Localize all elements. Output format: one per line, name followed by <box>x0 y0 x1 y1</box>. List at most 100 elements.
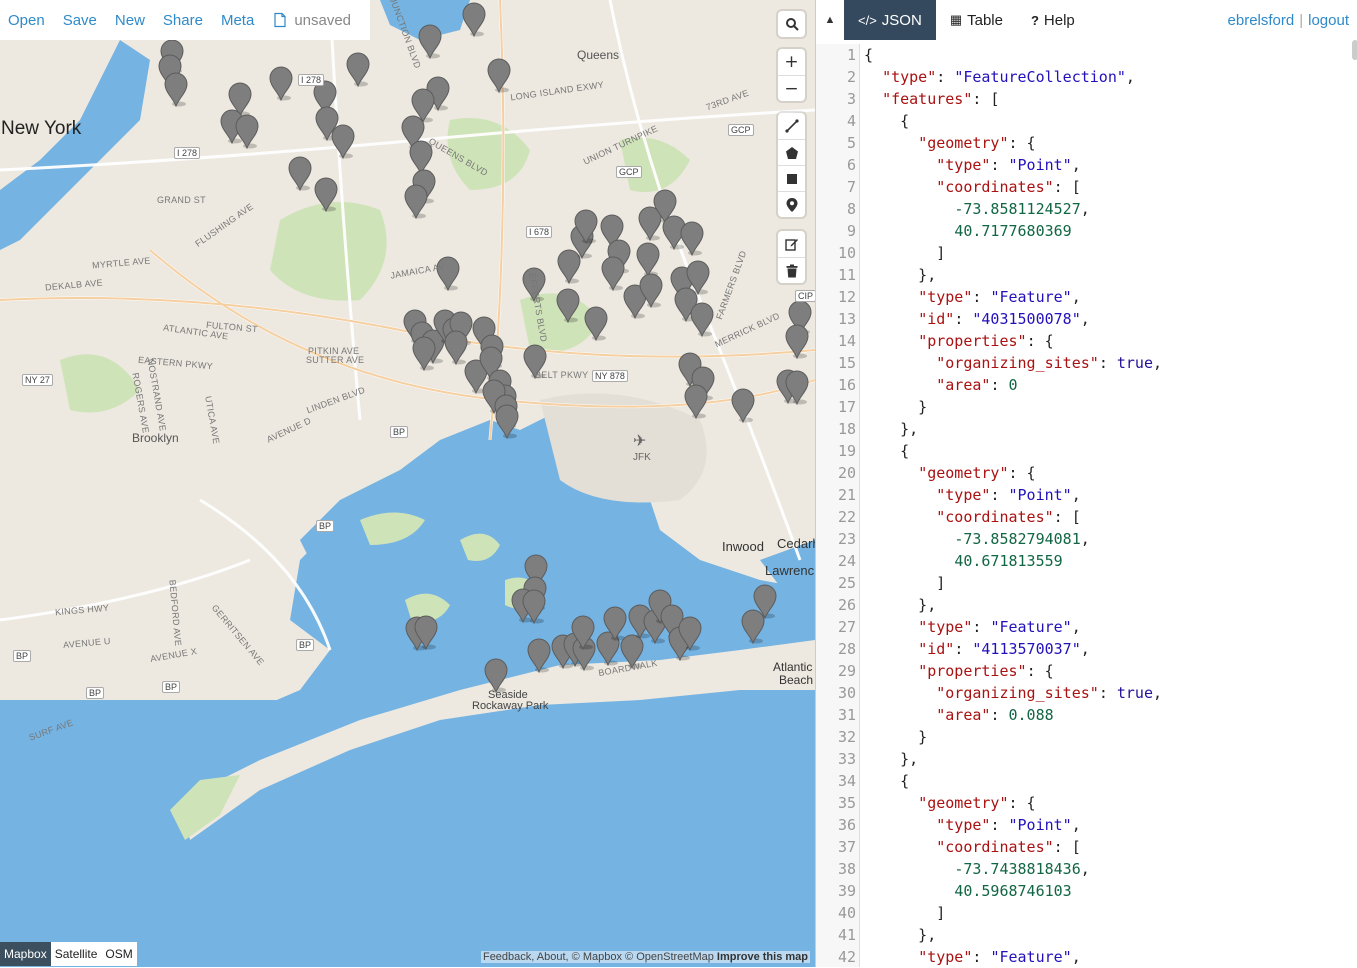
code-line[interactable]: 23 -73.8582794081, <box>816 528 1357 550</box>
code-line[interactable]: 33 }, <box>816 748 1357 770</box>
collapse-pane-icon[interactable]: ▲ <box>816 0 844 40</box>
tab-help[interactable]: ? Help <box>1017 0 1089 40</box>
code-line[interactable]: 14 "properties": { <box>816 330 1357 352</box>
code-line[interactable]: 17 } <box>816 396 1357 418</box>
code-line[interactable]: 26 }, <box>816 594 1357 616</box>
code-line[interactable]: 16 "area": 0 <box>816 374 1357 396</box>
new-button[interactable]: New <box>115 12 145 29</box>
mapbox-link[interactable]: © Mapbox <box>572 951 622 963</box>
code-line[interactable]: 32 } <box>816 726 1357 748</box>
code-line[interactable]: 27 "type": "Feature", <box>816 616 1357 638</box>
tab-table[interactable]: ▦ Table <box>936 0 1017 40</box>
map-marker[interactable] <box>495 404 519 440</box>
code-line[interactable]: 39 40.5968746103 <box>816 880 1357 902</box>
save-button[interactable]: Save <box>63 12 97 29</box>
map-marker[interactable] <box>331 124 355 160</box>
json-editor[interactable]: 1{2 "type": "FeatureCollection", 3 "featu… <box>816 44 1357 967</box>
code-line[interactable]: 35 "geometry": { <box>816 792 1357 814</box>
username-link[interactable]: ebrelsford <box>1228 12 1295 29</box>
open-button[interactable]: Open <box>8 12 45 29</box>
map-marker[interactable] <box>684 384 708 420</box>
zoom-in-button[interactable]: + <box>778 49 805 75</box>
code-line[interactable]: 42 "type": "Feature", <box>816 946 1357 968</box>
map-marker[interactable] <box>164 72 188 108</box>
code-line[interactable]: 30 "organizing_sites": true, <box>816 682 1357 704</box>
search-icon[interactable] <box>778 11 805 37</box>
share-button[interactable]: Share <box>163 12 203 29</box>
map-marker[interactable] <box>556 288 580 324</box>
feedback-link[interactable]: Feedback <box>483 951 531 963</box>
map-marker[interactable] <box>527 638 551 674</box>
map-marker[interactable] <box>584 306 608 342</box>
draw-rectangle-icon[interactable] <box>778 165 805 191</box>
map-marker[interactable] <box>462 2 486 38</box>
layer-mapbox-button[interactable]: Mapbox <box>0 942 51 966</box>
map-marker[interactable] <box>487 58 511 94</box>
map-canvas[interactable]: ✈ New York Brooklyn Queens Inwood Cedarh… <box>0 0 815 967</box>
code-line[interactable]: 12 "type": "Feature", <box>816 286 1357 308</box>
code-line[interactable]: 38 -73.7438818436, <box>816 858 1357 880</box>
map-marker[interactable] <box>314 177 338 213</box>
code-line[interactable]: 22 "coordinates": [ <box>816 506 1357 528</box>
code-line[interactable]: 13 "id": "4031500078", <box>816 308 1357 330</box>
map-marker[interactable] <box>680 221 704 257</box>
draw-polygon-icon[interactable] <box>778 139 805 165</box>
code-line[interactable]: 21 "type": "Point", <box>816 484 1357 506</box>
code-line[interactable]: 5 "geometry": { <box>816 132 1357 154</box>
about-link[interactable]: About <box>537 951 566 963</box>
map-marker[interactable] <box>404 184 428 220</box>
map-marker[interactable] <box>638 206 662 242</box>
code-line[interactable]: 29 "properties": { <box>816 660 1357 682</box>
code-line[interactable]: 28 "id": "4113570037", <box>816 638 1357 660</box>
code-line[interactable]: 2 "type": "FeatureCollection", <box>816 66 1357 88</box>
code-line[interactable]: 40 ] <box>816 902 1357 924</box>
layer-osm-button[interactable]: OSM <box>101 942 137 966</box>
code-line[interactable]: 24 40.671813559 <box>816 550 1357 572</box>
code-line[interactable]: 20 "geometry": { <box>816 462 1357 484</box>
osm-link[interactable]: © OpenStreetMap <box>625 951 714 963</box>
editor-scrollbar[interactable] <box>1352 40 1357 60</box>
tab-json[interactable]: </> JSON <box>844 0 936 40</box>
layer-satellite-button[interactable]: Satellite <box>50 942 102 966</box>
code-line[interactable]: 34 { <box>816 770 1357 792</box>
code-line[interactable]: 10 ] <box>816 242 1357 264</box>
improve-map-link[interactable]: Improve this map <box>717 951 808 963</box>
trash-icon[interactable] <box>778 257 805 283</box>
marker-layer[interactable] <box>0 0 815 967</box>
code-line[interactable]: 11 }, <box>816 264 1357 286</box>
code-line[interactable]: 36 "type": "Point", <box>816 814 1357 836</box>
map-marker[interactable] <box>444 330 468 366</box>
code-line[interactable]: 19 { <box>816 440 1357 462</box>
zoom-out-button[interactable]: − <box>778 75 805 101</box>
map-marker[interactable] <box>785 324 809 360</box>
code-line[interactable]: 1{ <box>816 44 1357 66</box>
code-line[interactable]: 37 "coordinates": [ <box>816 836 1357 858</box>
map-marker[interactable] <box>636 242 660 278</box>
map-marker[interactable] <box>557 249 581 285</box>
code-line[interactable]: 15 "organizing_sites": true, <box>816 352 1357 374</box>
edit-icon[interactable] <box>778 231 805 257</box>
code-line[interactable]: 6 "type": "Point", <box>816 154 1357 176</box>
map-marker[interactable] <box>235 114 259 150</box>
code-line[interactable]: 8 -73.8581124527, <box>816 198 1357 220</box>
code-line[interactable]: 31 "area": 0.088 <box>816 704 1357 726</box>
map-marker[interactable] <box>731 388 755 424</box>
map-marker[interactable] <box>412 336 436 372</box>
map-marker[interactable] <box>418 24 442 60</box>
code-line[interactable]: 18 }, <box>816 418 1357 440</box>
map-marker[interactable] <box>269 66 293 102</box>
map-marker[interactable] <box>741 609 765 645</box>
map-marker[interactable] <box>690 302 714 338</box>
draw-line-icon[interactable] <box>778 113 805 139</box>
code-line[interactable]: 4 { <box>816 110 1357 132</box>
logout-link[interactable]: logout <box>1308 12 1349 29</box>
code-line[interactable]: 9 40.7177680369 <box>816 220 1357 242</box>
code-line[interactable]: 7 "coordinates": [ <box>816 176 1357 198</box>
map-marker[interactable] <box>601 256 625 292</box>
code-line[interactable]: 25 ] <box>816 572 1357 594</box>
map-marker[interactable] <box>346 52 370 88</box>
code-line[interactable]: 3 "features": [ <box>816 88 1357 110</box>
meta-button[interactable]: Meta <box>221 12 254 29</box>
code-line[interactable]: 41 }, <box>816 924 1357 946</box>
map-marker[interactable] <box>484 658 508 694</box>
